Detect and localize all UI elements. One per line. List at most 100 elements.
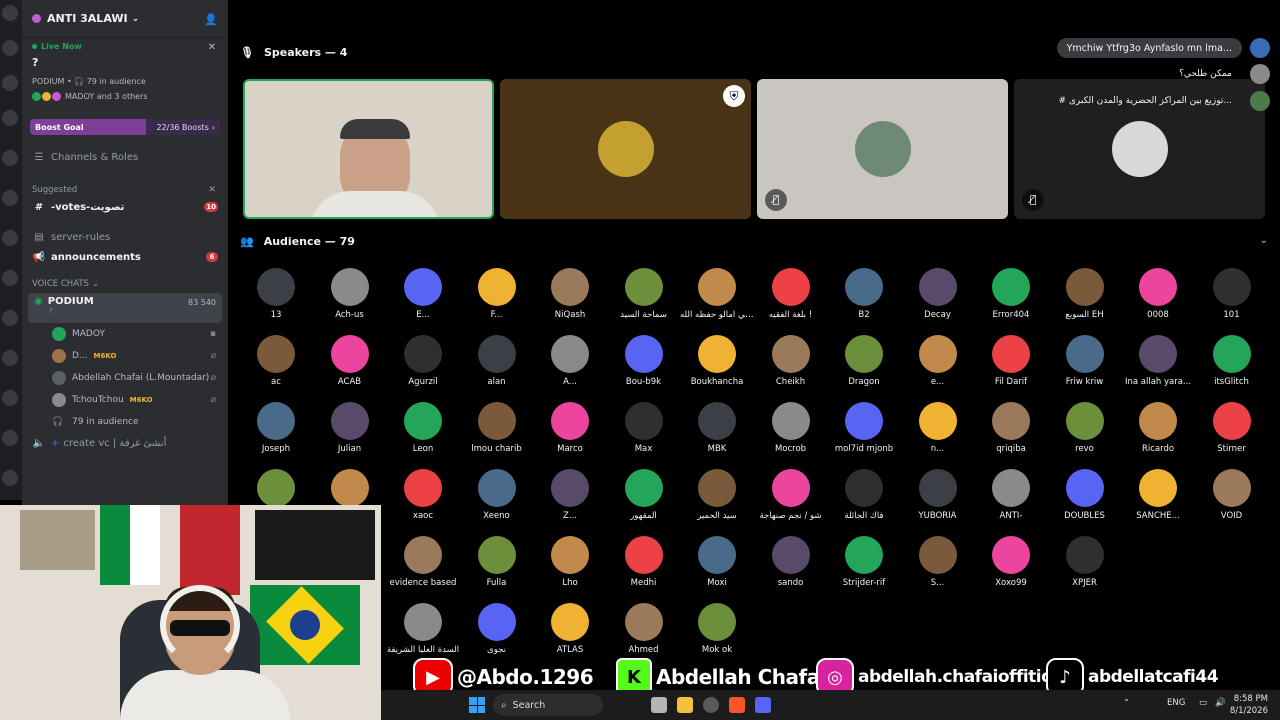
speaker-tile-2[interactable]: ⛨	[500, 79, 751, 219]
server-icon[interactable]	[2, 390, 18, 406]
audience-member[interactable]: 13	[239, 268, 313, 320]
audience-member[interactable]: A...	[533, 335, 607, 387]
audience-member[interactable]: السوبع EH	[1048, 268, 1122, 320]
audience-member[interactable]: Fulla	[460, 536, 534, 588]
audience-member[interactable]: DOUBLES	[1048, 469, 1122, 521]
chevron-down-icon[interactable]: ⌄	[1260, 235, 1268, 246]
obs-icon[interactable]	[703, 697, 719, 713]
server-icon[interactable]	[2, 190, 18, 206]
audience-member[interactable]: Lho	[533, 536, 607, 588]
server-header[interactable]: ANTI 3ALAWI ⌄ 👤	[22, 0, 228, 38]
taskbar-clock[interactable]: 8:58 PM 8/1/2026	[1230, 693, 1268, 717]
server-icon[interactable]	[2, 5, 18, 21]
audience-member[interactable]: B2	[827, 268, 901, 320]
audience-member[interactable]: Dragon	[827, 335, 901, 387]
audience-member[interactable]: Stirner	[1195, 402, 1269, 454]
server-icon[interactable]	[2, 150, 18, 166]
audience-member[interactable]: Xoxo99	[974, 536, 1048, 588]
audience-member[interactable]: Moxi	[680, 536, 754, 588]
close-icon[interactable]: ✕	[208, 42, 216, 53]
server-icon[interactable]	[2, 430, 18, 446]
audience-member[interactable]: SANCHE...	[1121, 469, 1195, 521]
audience-member[interactable]: Decay	[901, 268, 975, 320]
voice-member[interactable]: TchouTchou M6KO ⌀	[22, 389, 228, 411]
audience-member[interactable]: Leon	[386, 402, 460, 454]
server-icon[interactable]	[2, 350, 18, 366]
audience-member[interactable]: Mok ok	[680, 603, 754, 655]
tray-language[interactable]: ENG	[1167, 698, 1185, 708]
audience-member[interactable]: Xeeno	[460, 469, 534, 521]
audience-member[interactable]: ACAB	[313, 335, 387, 387]
audience-member[interactable]: n...	[901, 402, 975, 454]
server-icon[interactable]	[2, 110, 18, 126]
audience-member[interactable]: Joseph	[239, 402, 313, 454]
audience-member[interactable]: MBK	[680, 402, 754, 454]
tray-chevron-icon[interactable]: ⌃	[1123, 698, 1130, 708]
server-icon[interactable]	[2, 40, 18, 56]
audience-member[interactable]: Ahmed	[607, 603, 681, 655]
audience-member[interactable]: Strijder-rif	[827, 536, 901, 588]
audience-member[interactable]: 0008	[1121, 268, 1195, 320]
audience-member[interactable]: ANTI-	[974, 469, 1048, 521]
audience-member[interactable]: XPJER	[1048, 536, 1122, 588]
audience-member[interactable]: mol7id mjonb	[827, 402, 901, 454]
server-icon[interactable]	[2, 230, 18, 246]
server-icon[interactable]	[2, 75, 18, 91]
audience-member[interactable]: نجوى	[460, 603, 534, 655]
audience-member[interactable]: بلغة الفقيه !	[754, 268, 828, 320]
audience-member[interactable]: Bou-b9k	[607, 335, 681, 387]
brave-icon[interactable]	[729, 697, 745, 713]
channel-votes[interactable]: # -votes-تصويت 10	[22, 197, 228, 217]
task-view-icon[interactable]	[651, 697, 667, 713]
audience-member[interactable]: YUBORIA	[901, 469, 975, 521]
speaker-tile-3[interactable]: 🎙̸	[757, 79, 1008, 219]
channel-podium[interactable]: ◉ PODIUM 83 540 ?	[28, 293, 222, 323]
invite-icon[interactable]: 👤	[204, 13, 218, 26]
audience-member[interactable]: NiQash	[533, 268, 607, 320]
file-explorer-icon[interactable]	[677, 697, 693, 713]
server-icon[interactable]	[2, 270, 18, 286]
audience-member[interactable]: سماحة السيد	[607, 268, 681, 320]
audience-member[interactable]: Ricardo	[1121, 402, 1195, 454]
discord-icon[interactable]	[755, 697, 771, 713]
audience-member[interactable]: Mocrob	[754, 402, 828, 454]
audience-member[interactable]: Cheikh	[754, 335, 828, 387]
audience-member[interactable]: ATLAS	[533, 603, 607, 655]
audience-member[interactable]: sando	[754, 536, 828, 588]
audience-member[interactable]: evidence based	[386, 536, 460, 588]
audience-count-row[interactable]: 🎧 79 in audience	[22, 411, 228, 433]
audience-member[interactable]: E...	[386, 268, 460, 320]
voice-member[interactable]: Abdellah Chafai (L.Mountadar) ⌀	[22, 367, 228, 389]
audience-member[interactable]: Boukhancha	[680, 335, 754, 387]
audience-member[interactable]: Error404	[974, 268, 1048, 320]
server-icon[interactable]	[2, 310, 18, 326]
channels-roles[interactable]: ☰ Channels & Roles	[22, 147, 228, 167]
windows-start-icon[interactable]	[469, 697, 485, 713]
voice-member[interactable]: D... M6KO ⌀	[22, 345, 228, 367]
audience-member[interactable]: Ach-us	[313, 268, 387, 320]
audience-member[interactable]: شو / نجم صنهاجة	[754, 469, 828, 521]
audience-member[interactable]: Max	[607, 402, 681, 454]
audience-member[interactable]: سيد الحمير	[680, 469, 754, 521]
audience-member[interactable]: السدة العليا الشريفة	[386, 603, 460, 655]
boost-goal-bar[interactable]: Boost Goal 22/36 Boosts ›	[30, 119, 220, 135]
server-icon[interactable]	[2, 470, 18, 486]
audience-member[interactable]: ac	[239, 335, 313, 387]
audience-member[interactable]: qriqiba	[974, 402, 1048, 454]
audience-member[interactable]: revo	[1048, 402, 1122, 454]
speaker-tile-video[interactable]	[243, 79, 494, 219]
wifi-icon[interactable]: ▭	[1199, 698, 1207, 708]
audience-member[interactable]: Julian	[313, 402, 387, 454]
volume-icon[interactable]: 🔊	[1215, 698, 1226, 708]
audience-member[interactable]: Z...	[533, 469, 607, 521]
audience-member[interactable]: alan	[460, 335, 534, 387]
audience-member[interactable]: المقهور	[607, 469, 681, 521]
live-stage-card[interactable]: Live Now ✕ ? PODIUM • 🎧 79 in audience M…	[22, 38, 228, 107]
audience-member[interactable]: lmou charib	[460, 402, 534, 454]
create-vc-channel[interactable]: 🔈 + create vc | أنشئ غرفة	[22, 433, 228, 453]
audience-member[interactable]: Marco	[533, 402, 607, 454]
audience-member[interactable]: Medhi	[607, 536, 681, 588]
audience-member[interactable]: VOID	[1195, 469, 1269, 521]
audience-member[interactable]: S...	[901, 536, 975, 588]
audience-member[interactable]: علي آمالو حفظه الله...	[680, 268, 754, 320]
